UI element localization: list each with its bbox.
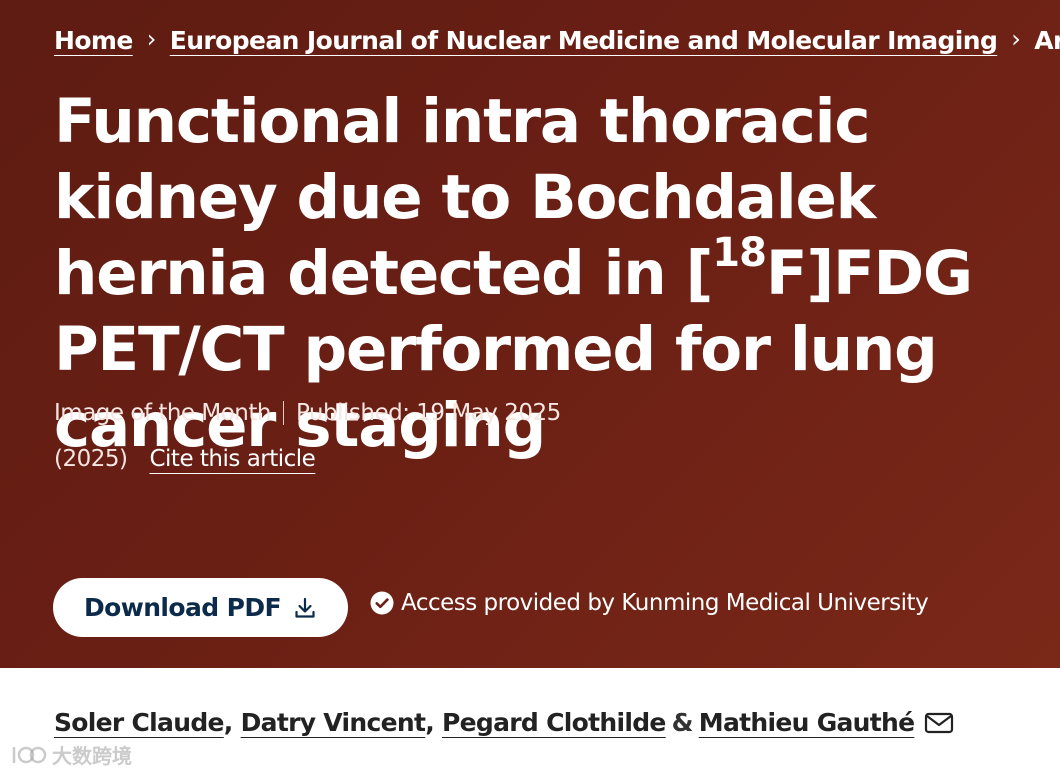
cite-article-link[interactable]: Cite this article (149, 446, 315, 472)
article-type: Image of the Month (54, 400, 271, 426)
article-year: (2025) (54, 446, 128, 472)
author-separator: , (425, 708, 435, 737)
author-list: Soler Claude, Datry Vincent, Pegard Clot… (54, 708, 954, 737)
author-separator: , (223, 708, 233, 737)
chevron-right-icon: › (146, 25, 157, 53)
download-pdf-button[interactable]: Download PDF (53, 578, 348, 637)
meta-divider (282, 401, 284, 425)
access-notice: Access provided by Kunming Medical Unive… (370, 590, 929, 616)
author-link[interactable]: Datry Vincent (241, 708, 426, 737)
check-circle-icon (370, 591, 394, 615)
author-link[interactable]: Pegard Clothilde (442, 708, 666, 737)
envelope-icon[interactable] (924, 711, 954, 735)
breadcrumb-journal-link[interactable]: European Journal of Nuclear Medicine and… (170, 26, 998, 55)
watermark: 大数跨境 (8, 740, 132, 769)
article-meta: Image of the Month Published: 19 May 202… (54, 400, 561, 426)
author-link[interactable]: Mathieu Gauthé (699, 708, 915, 737)
download-pdf-label: Download PDF (84, 593, 282, 622)
breadcrumb: Home › European Journal of Nuclear Medic… (54, 22, 1060, 58)
isotope-superscript: 18 (712, 230, 767, 276)
watermark-logo-icon (8, 741, 48, 769)
author-ampersand: & (671, 708, 694, 737)
author-link[interactable]: Soler Claude (54, 708, 224, 737)
article-hero: Home › European Journal of Nuclear Medic… (0, 0, 1060, 668)
breadcrumb-current: Article (1034, 25, 1060, 55)
chevron-right-icon: › (1011, 25, 1021, 53)
article-citation-row: (2025) Cite this article (54, 446, 316, 472)
download-icon (293, 596, 317, 620)
published-date: Published: 19 May 2025 (295, 400, 561, 426)
breadcrumb-home-link[interactable]: Home (54, 26, 133, 55)
access-text: Access provided by Kunming Medical Unive… (401, 590, 929, 616)
watermark-text: 大数跨境 (52, 744, 132, 768)
